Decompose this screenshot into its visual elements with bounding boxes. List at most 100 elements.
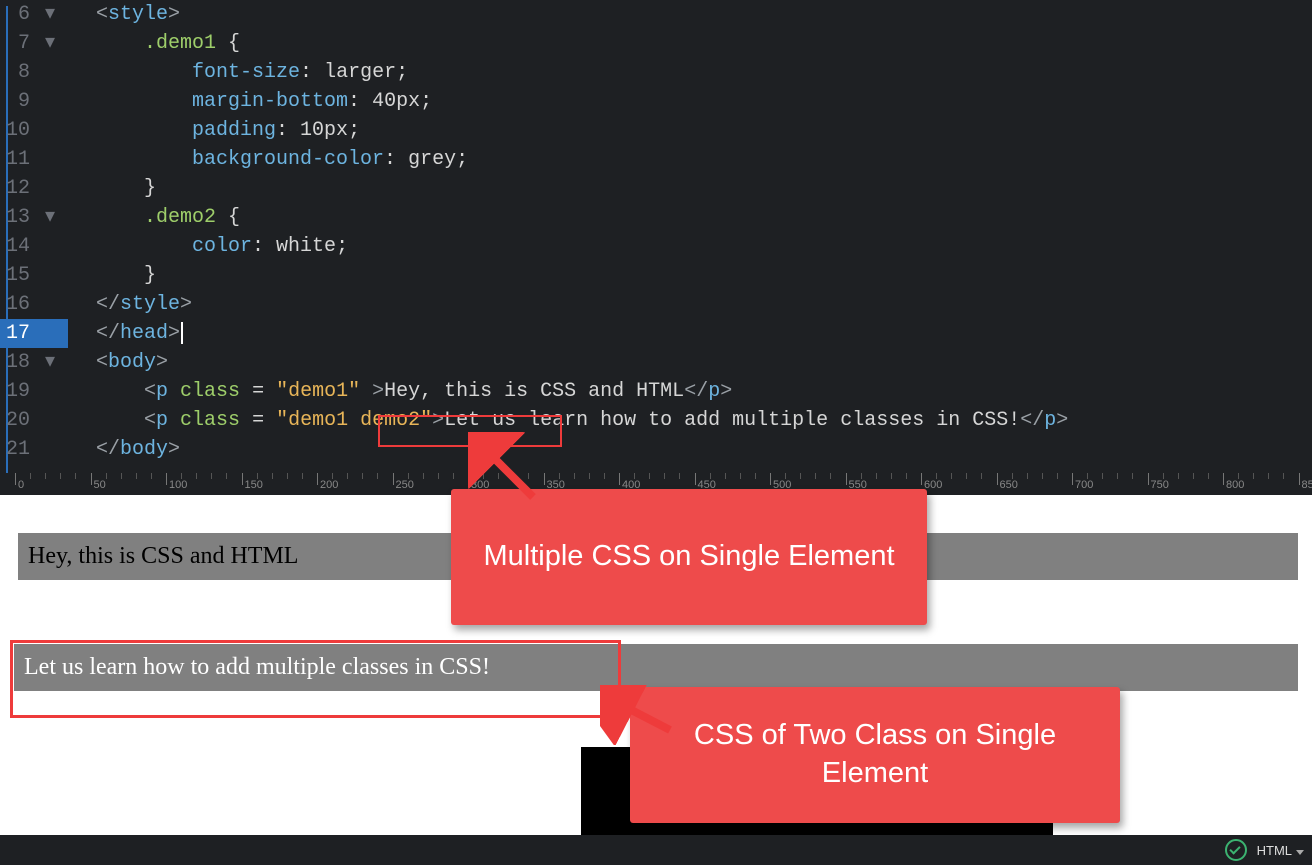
ruler-tick xyxy=(393,473,394,485)
ruler-tick-label: 200 xyxy=(320,479,338,491)
code-line[interactable]: padding: 10px; xyxy=(68,116,1312,145)
code-line[interactable]: } xyxy=(68,174,1312,203)
fold-icon xyxy=(42,58,58,87)
line-number: 13 xyxy=(6,206,30,229)
fold-icon xyxy=(42,232,58,261)
ruler-tick xyxy=(166,473,167,485)
ruler-tick xyxy=(317,473,318,485)
ruler-tick-minor xyxy=(876,473,877,479)
ruler-tick-minor xyxy=(559,473,560,479)
ruler-tick-label: 600 xyxy=(924,479,942,491)
ruler-tick-minor xyxy=(1253,473,1254,479)
ruler-tick xyxy=(91,473,92,485)
ruler-tick xyxy=(1223,473,1224,485)
fold-icon xyxy=(42,319,58,348)
code-area[interactable]: <style> .demo1 { font-size: larger; marg… xyxy=(68,0,1312,473)
callout-text: Multiple CSS on Single Element xyxy=(483,538,894,576)
ruler-tick-minor xyxy=(1027,473,1028,479)
ruler-tick-label: 150 xyxy=(245,479,263,491)
ruler-tick-minor xyxy=(272,473,273,479)
ruler-tick xyxy=(997,473,998,485)
line-number: 18 xyxy=(6,351,30,374)
ruler-tick-minor xyxy=(604,473,605,479)
ruler-tick-minor xyxy=(1087,473,1088,479)
code-line[interactable]: font-size: larger; xyxy=(68,58,1312,87)
code-line[interactable]: <p class = "demo1" >Hey, this is CSS and… xyxy=(68,377,1312,406)
ruler-tick-label: 50 xyxy=(94,479,106,491)
ruler-tick-minor xyxy=(679,473,680,479)
line-number: 21 xyxy=(6,438,30,461)
ruler-tick-minor xyxy=(302,473,303,479)
ruler-tick-minor xyxy=(664,473,665,479)
status-bar: HTML xyxy=(0,835,1312,865)
ruler-tick-minor xyxy=(287,473,288,479)
fold-icon[interactable]: ▾ xyxy=(42,29,58,58)
language-selector[interactable]: HTML xyxy=(1257,843,1304,858)
fold-icon xyxy=(42,406,58,435)
ruler-tick-minor xyxy=(60,473,61,479)
code-line[interactable]: </body> xyxy=(68,435,1312,464)
fold-icon[interactable]: ▾ xyxy=(42,203,58,232)
fold-icon xyxy=(42,377,58,406)
ruler-tick-minor xyxy=(861,473,862,479)
code-line[interactable]: <body> xyxy=(68,348,1312,377)
ruler-tick-minor xyxy=(1178,473,1179,479)
ruler-tick-minor xyxy=(800,473,801,479)
line-number: 6 xyxy=(18,3,30,26)
code-line[interactable]: .demo2 { xyxy=(68,203,1312,232)
ruler-tick-minor xyxy=(423,473,424,479)
line-number: 15 xyxy=(6,264,30,287)
ruler-tick-minor xyxy=(1163,473,1164,479)
ruler-tick-label: 650 xyxy=(1000,479,1018,491)
line-number: 9 xyxy=(18,90,30,113)
code-line[interactable]: .demo1 { xyxy=(68,29,1312,58)
ruler-tick xyxy=(619,473,620,485)
line-number-gutter[interactable]: 6 ▾ 7 ▾ 8 9 10 11 12 13 ▾ 14 15 16 17 18… xyxy=(0,0,68,473)
code-line[interactable]: <style> xyxy=(68,0,1312,29)
ruler-tick-minor xyxy=(981,473,982,479)
ruler-tick-minor xyxy=(498,473,499,479)
ruler-tick-minor xyxy=(121,473,122,479)
line-number: 12 xyxy=(6,177,30,200)
status-ok-icon[interactable] xyxy=(1225,839,1247,861)
ruler-tick-minor xyxy=(725,473,726,479)
ruler-tick-minor xyxy=(906,473,907,479)
code-line[interactable]: <p class = "demo1 demo2">Let us learn ho… xyxy=(68,406,1312,435)
language-label: HTML xyxy=(1257,843,1292,858)
ruler-tick-minor xyxy=(574,473,575,479)
ruler-tick xyxy=(770,473,771,485)
ruler-tick-minor xyxy=(785,473,786,479)
code-line[interactable]: </style> xyxy=(68,290,1312,319)
line-number: 19 xyxy=(6,380,30,403)
code-line[interactable]: color: white; xyxy=(68,232,1312,261)
code-line[interactable]: margin-bottom: 40px; xyxy=(68,87,1312,116)
fold-icon[interactable]: ▾ xyxy=(42,0,58,29)
ruler-tick-minor xyxy=(257,473,258,479)
ruler-tick-minor xyxy=(438,473,439,479)
ruler-tick-label: 700 xyxy=(1075,479,1093,491)
line-number: 17 xyxy=(6,322,30,345)
ruler-tick-minor xyxy=(362,473,363,479)
ruler-tick-label: 750 xyxy=(1151,479,1169,491)
code-editor[interactable]: 6 ▾ 7 ▾ 8 9 10 11 12 13 ▾ 14 15 16 17 18… xyxy=(0,0,1312,473)
ruler-tick-minor xyxy=(1132,473,1133,479)
preview-paragraph-demo1-demo2: Let us learn how to add multiple classes… xyxy=(14,644,1298,691)
ruler-tick-minor xyxy=(196,473,197,479)
code-line[interactable]: </head> xyxy=(68,319,1312,348)
ruler-tick-minor xyxy=(528,473,529,479)
ruler-tick xyxy=(242,473,243,485)
ruler-tick-minor xyxy=(136,473,137,479)
ruler-tick-minor xyxy=(740,473,741,479)
code-line[interactable]: background-color: grey; xyxy=(68,145,1312,174)
ruler-tick-minor xyxy=(30,473,31,479)
ruler-tick-minor xyxy=(347,473,348,479)
ruler-tick-minor xyxy=(181,473,182,479)
line-number: 7 xyxy=(18,32,30,55)
ruler-tick-minor xyxy=(1012,473,1013,479)
fold-icon[interactable]: ▾ xyxy=(42,348,58,377)
line-number: 20 xyxy=(6,409,30,432)
code-line[interactable]: } xyxy=(68,261,1312,290)
ruler-tick-minor xyxy=(226,473,227,479)
ruler-tick-minor xyxy=(453,473,454,479)
fold-icon xyxy=(42,116,58,145)
